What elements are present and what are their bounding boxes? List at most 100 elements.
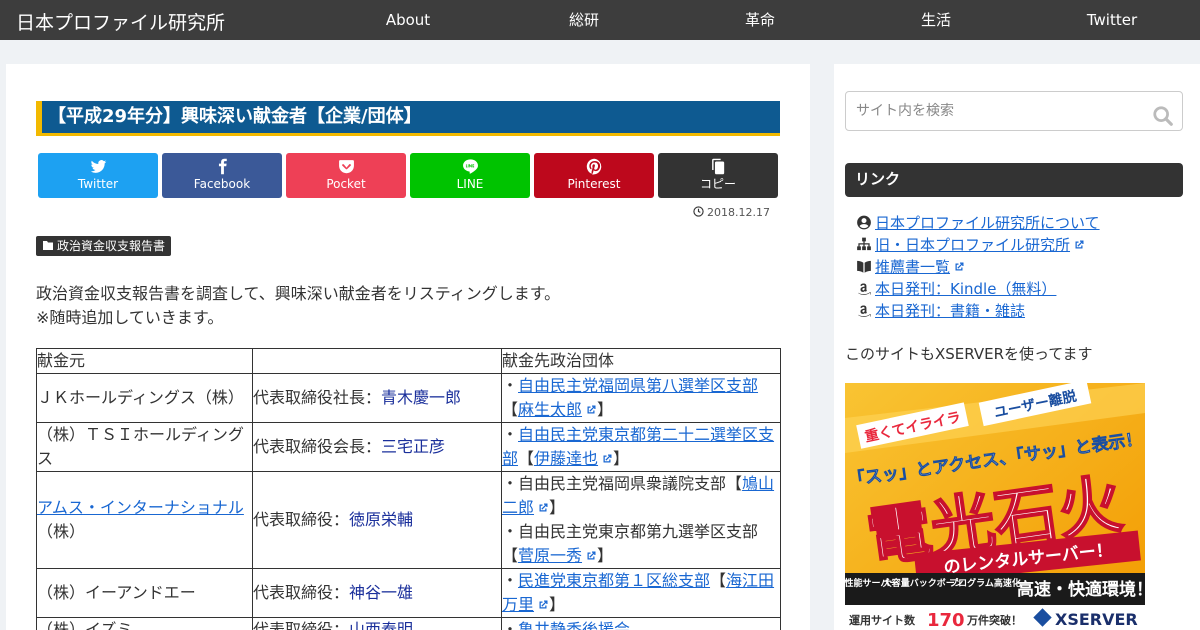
intro-line-2: ※随時追加していきます。 [36,308,224,327]
representative-role: 代表取締役社長： [253,388,382,407]
recipient-cell: ・自由民主党福岡県衆議院支部【鳩山二郎】・自由民主党東京都第九選挙区支部【菅原一… [501,471,781,569]
copy-label: コピー [699,177,736,191]
recipient-bullet: ・ [502,474,519,493]
sidebar-link[interactable]: 本日発刊：書籍・雑誌 [875,302,1025,320]
bracket: 】 [549,595,566,614]
politician-link[interactable]: 麻生太郎 [518,400,597,419]
donor-name: （株）イズミ [37,620,133,630]
politician-link[interactable]: 菅原一秀 [518,546,597,565]
table-header-cell: 献金先政治団体 [501,348,781,374]
donor-cell: （株）イーアンドエー [36,568,253,618]
links-widget-title: リンク [845,163,1183,197]
representative-cell: 代表取締役：山西泰明 [252,617,502,630]
bracket: 】 [597,546,614,565]
category-label[interactable]: 政治資金収支報告書 [36,236,172,256]
sidebar-link[interactable]: 本日発刊：Kindle（無料） [875,280,1056,298]
external-link-icon [955,262,964,271]
representative-cell: 代表取締役：神谷一雄 [252,568,502,618]
sitemap-icon [855,236,873,258]
line-icon [410,153,530,177]
facebook-icon [162,153,282,177]
nav-souken[interactable]: 総研 [496,0,672,40]
banner-stats-suffix: 万件突破！ [966,613,1022,627]
recipient-entry: ・自由民主党福岡県衆議院支部【鳩山二郎】 [502,472,780,520]
share-facebook-button[interactable]: Facebook [162,153,282,198]
recipient-entry: ・自由民主党福岡県第八選挙区支部【麻生太郎】 [502,374,780,422]
banner-brand: XSERVER [1055,610,1138,629]
recipient-bullet: ・ [502,620,519,630]
share-twitter-button[interactable]: Twitter [38,153,158,198]
xserver-note: このサイトもXSERVERを使ってます [845,345,1093,363]
representative-name: 三宅正彦 [381,437,446,456]
recipient-org-link[interactable]: 民進党東京都第１区総支部 [518,571,710,590]
donor-cell: ＪＫホールディングス（株） [36,373,253,423]
bracket: 】 [549,498,566,517]
table-row: アムス・インターナショナル （株） 代表取締役：徳原栄輔 ・自由民主党福岡県衆議院支部… [36,471,781,569]
external-link-icon [539,503,548,512]
recipient-org-link[interactable]: 亀井静香後援会 [518,620,630,630]
nav-kakumei[interactable]: 革命 [672,0,848,40]
pinterest-icon [534,153,654,177]
table-row: （株）ＴＳＩホールディングス 代表取締役会長：三宅正彦 ・自由民主党東京都第二十二選… [36,422,781,472]
politician-link[interactable]: 伊藤達也 [534,449,613,468]
main-content: 【平成29年分】興味深い献金者【企業/団体】 Twitter Facebook … [6,64,810,630]
intro-text: 政治資金収支報告書を調査して、興味深い献金者をリスティングします。 ※随時追加し… [36,282,560,330]
recipient-bullet: ・ [502,571,519,590]
sidebar-link[interactable]: 推薦書一覧 [875,258,965,276]
recipient-org-link[interactable]: 自由民主党福岡県第八選挙区支部 [518,376,758,395]
sidebar-link-item: 旧・日本プロファイル研究所 [855,234,1100,256]
banner-stats-num: 170 [927,610,965,630]
share-line-button[interactable]: LINE [410,153,530,198]
representative-name: 山西泰明 [349,620,414,630]
share-pinterest-button[interactable]: Pinterest [534,153,654,198]
bracket: 【 [502,400,519,419]
global-nav: About 総研 革命 生活 Twitter [320,0,1200,40]
amazon-icon [855,280,873,302]
nav-about[interactable]: About [320,0,496,40]
table-header-cell [252,348,502,374]
recipient-entry: ・自由民主党東京都第二十二選挙区支部【伊藤達也】 [502,423,780,471]
share-line-label: LINE [456,177,484,191]
site-title[interactable]: 日本プロファイル研究所 [16,8,225,35]
representative-name: 青木慶一郎 [381,388,462,407]
share-pocket-button[interactable]: Pocket [286,153,406,198]
external-link-icon [1075,240,1084,249]
representative-role: 代表取締役会長： [253,437,382,456]
share-pocket-label: Pocket [326,177,366,191]
share-facebook-label: Facebook [193,177,251,191]
banner-stats-prefix: 運用サイト数 [849,613,916,627]
recipient-bullet: ・ [502,522,519,541]
external-link-icon [603,454,612,463]
search-input[interactable] [845,91,1183,131]
recipient-org: 自由民主党福岡県衆議院支部 [518,474,727,493]
donor-link[interactable]: アムス・インターナショナル [37,498,244,517]
xserver-banner[interactable]: 重くてイライラ ユーザー離脱 「スッ」とアクセス、「サッ」と表示！ 電光石火 の… [845,383,1145,630]
copy-button[interactable]: コピー [658,153,778,198]
sidebar-link[interactable]: 日本プロファイル研究所について [875,214,1100,232]
table-row: （株）イーアンドエー 代表取締役：神谷一雄 ・民進党東京都第１区総支部【海江田万里】 [36,568,781,618]
folder-icon [43,241,53,250]
recipient-cell: ・亀井静香後援会 [501,617,781,630]
post-date-text: 2018.12.17 [707,206,770,219]
recipient-org: 自由民主党東京都第九選挙区支部 [518,522,759,541]
donor-name: （株）イーアンドエー [37,583,196,602]
banner-feature-claim: 高速・快適環境！ [1017,579,1145,600]
share-buttons: Twitter Facebook Pocket LINE Pinterest コ… [38,153,778,198]
nav-seikatsu[interactable]: 生活 [848,0,1024,40]
sidebar-link[interactable]: 旧・日本プロファイル研究所 [875,236,1085,254]
recipient-cell: ・民進党東京都第１区総支部【海江田万里】 [501,568,781,618]
search-icon[interactable] [1152,105,1174,127]
twitter-icon [38,153,158,177]
donor-suffix: （株） [37,522,86,541]
bracket: 【 [502,546,519,565]
recipient-entry: ・自由民主党東京都第九選挙区支部【菅原一秀】 [502,520,780,568]
sidebar-link-item: 本日発刊：書籍・雑誌 [855,300,1100,322]
bracket: 】 [613,449,630,468]
share-twitter-label: Twitter [77,177,119,191]
site-header: 日本プロファイル研究所 About 総研 革命 生活 Twitter [0,0,1200,40]
nav-twitter[interactable]: Twitter [1024,0,1200,40]
donor-cell: （株）イズミ [36,617,253,630]
copy-icon [658,153,778,177]
representative-role: 代表取締役： [253,583,350,602]
sidebar: リンク 日本プロファイル研究所について旧・日本プロファイル研究所推薦書一覧本日発… [834,64,1200,630]
